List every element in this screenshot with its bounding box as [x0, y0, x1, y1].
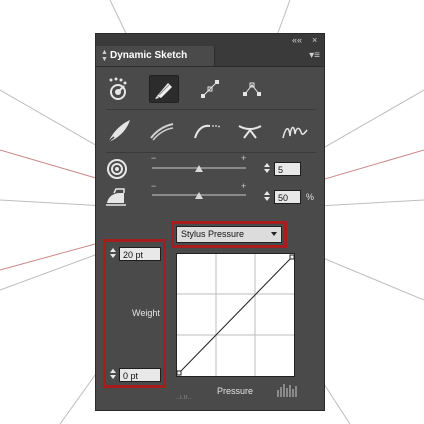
- spray-target-icon[interactable]: [106, 77, 130, 101]
- weight-max-stepper[interactable]: [110, 246, 117, 262]
- brush-nib-icon[interactable]: [105, 117, 133, 145]
- iron-slider-thumb[interactable]: [195, 192, 203, 199]
- decrease-icon[interactable]: −: [151, 182, 156, 191]
- dropdown-label: Stylus Pressure: [181, 229, 245, 239]
- stepper-down-icon[interactable]: [264, 169, 270, 173]
- separator: [106, 109, 316, 110]
- tab-reorder-icon[interactable]: ▲ ▼: [101, 49, 108, 63]
- stepper-down-icon[interactable]: [110, 254, 116, 258]
- iron-value-field[interactable]: 50: [274, 190, 301, 204]
- pinch-icon[interactable]: [237, 120, 263, 142]
- concentric-rings-icon: [106, 158, 128, 180]
- panel-menu-icon[interactable]: ▾≡: [309, 49, 320, 63]
- stepper-up-icon[interactable]: [264, 163, 270, 167]
- pressure-source-dropdown[interactable]: Stylus Pressure: [176, 226, 282, 243]
- iron-icon: [104, 187, 128, 207]
- pressure-axis-label: Pressure: [217, 386, 254, 396]
- curve-end-handle: [289, 254, 295, 260]
- weight-min-field[interactable]: 0 pt: [119, 368, 161, 382]
- scribble-icon[interactable]: [281, 120, 309, 142]
- close-icon[interactable]: ×: [312, 34, 317, 46]
- levels-bars-icon[interactable]: [277, 383, 299, 402]
- collapse-icon[interactable]: ««: [292, 34, 302, 46]
- dynamic-sketch-panel: «« × ▲ ▼ Dynamic Sketch ▾≡ − + 5 − + 50 …: [95, 33, 325, 411]
- separator: [106, 152, 316, 153]
- percent-unit: %: [306, 192, 315, 202]
- pressure-curve-graph[interactable]: [176, 253, 295, 377]
- iron-stepper[interactable]: [264, 189, 271, 205]
- rings-value-field[interactable]: 5: [274, 162, 301, 176]
- increase-icon[interactable]: +: [241, 154, 246, 163]
- decrease-icon[interactable]: −: [151, 154, 156, 163]
- pen-tip-icon[interactable]: [149, 75, 179, 103]
- weight-label: Weight: [132, 308, 160, 318]
- panel-title: Dynamic Sketch: [110, 50, 188, 61]
- pressure-curve-canvas[interactable]: [176, 254, 295, 376]
- strokes-icon[interactable]: [149, 120, 175, 142]
- stepper-up-icon[interactable]: [264, 191, 270, 195]
- panel-tab-row: ▲ ▼ Dynamic Sketch ▾≡: [96, 46, 324, 67]
- stepper-up-icon[interactable]: [110, 248, 116, 252]
- rings-stepper[interactable]: [264, 161, 271, 177]
- pressure-curve-line: [178, 256, 293, 374]
- tab-dynamic-sketch[interactable]: ▲ ▼ Dynamic Sketch: [96, 46, 215, 66]
- chevron-down-icon: [271, 232, 277, 236]
- anchor-line-icon[interactable]: [199, 78, 221, 100]
- increase-icon[interactable]: +: [241, 182, 246, 191]
- rings-slider-thumb[interactable]: [195, 165, 203, 172]
- weight-max-field[interactable]: 20 pt: [119, 247, 161, 261]
- weight-min-stepper[interactable]: [110, 367, 117, 383]
- corner-point-icon[interactable]: [241, 78, 263, 100]
- pressure-mini-icon: ..ı.ıı..: [176, 394, 192, 401]
- stepper-up-icon[interactable]: [110, 369, 116, 373]
- stepper-down-icon[interactable]: [110, 375, 116, 379]
- stepper-down-icon[interactable]: [264, 197, 270, 201]
- dotted-curve-icon[interactable]: [192, 120, 222, 142]
- curve-start-handle: [176, 370, 182, 376]
